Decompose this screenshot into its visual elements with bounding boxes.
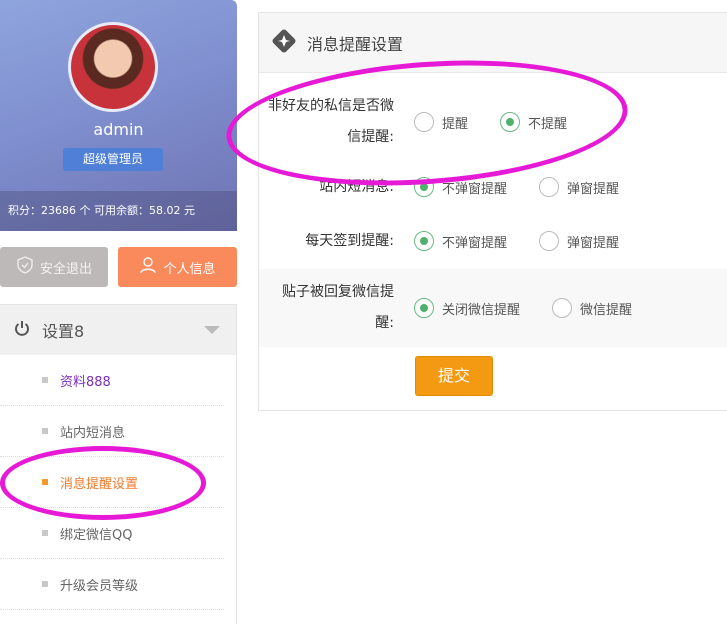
radio-option-remind[interactable]: 提醒 <box>414 112 468 132</box>
setting-label: 贴子被回复微信提醒: <box>282 284 394 331</box>
setting-label: 站内短消息: <box>319 178 394 195</box>
menu-item-messages[interactable]: 站内短消息 <box>0 406 224 457</box>
bullet-icon <box>42 479 48 485</box>
submit-button[interactable]: 提交 <box>415 356 493 396</box>
radio-option-disable-wechat[interactable]: 关闭微信提醒 <box>414 298 520 318</box>
menu-item-profile[interactable]: 资料888 <box>0 355 224 406</box>
panel-title: 消息提醒设置 <box>307 34 404 54</box>
menu-item-notify-settings[interactable]: 消息提醒设置 <box>0 457 224 508</box>
menu-header[interactable]: 设置8 <box>0 305 236 355</box>
radio-option-no-remind[interactable]: 不提醒 <box>500 112 567 132</box>
radio-button[interactable] <box>552 298 573 318</box>
setting-row-site-messages: 站内短消息: 不弹窗提醒 弹窗提醒 <box>259 169 727 205</box>
setting-row-post-reply: 贴子被回复微信提醒: 关闭微信提醒 微信提醒 <box>259 269 727 347</box>
profile-info-button[interactable]: 个人信息 <box>118 247 237 287</box>
profile-info-label: 个人信息 <box>163 261 216 277</box>
bullet-icon <box>42 530 48 536</box>
menu-item-bind-wechat-qq[interactable]: 绑定微信QQ <box>0 508 224 559</box>
radio-button[interactable] <box>539 177 560 197</box>
power-icon <box>14 320 30 340</box>
panel-header: 消息提醒设置 <box>259 13 727 73</box>
user-icon <box>139 256 157 278</box>
bullet-icon <box>42 581 48 587</box>
radio-button[interactable] <box>539 231 560 251</box>
radio-button[interactable] <box>414 112 434 132</box>
settings-menu: 设置8 资料888 站内短消息 消息提醒设置 绑定微信QQ 升级会员等级 <box>0 304 237 624</box>
shield-icon <box>16 256 34 278</box>
bullet-icon <box>42 377 48 383</box>
menu-item-upgrade[interactable]: 升级会员等级 <box>0 559 224 610</box>
radio-button[interactable] <box>414 231 434 251</box>
setting-row-stranger-dm: 非好友的私信是否微信提醒: 提醒 不提醒 <box>259 89 727 155</box>
avatar[interactable] <box>68 22 158 112</box>
radio-option-popup[interactable]: 弹窗提醒 <box>539 177 619 197</box>
radio-option-popup[interactable]: 弹窗提醒 <box>539 231 619 251</box>
username: admin <box>93 120 144 139</box>
radio-option-no-popup[interactable]: 不弹窗提醒 <box>414 177 507 197</box>
logout-button[interactable]: 安全退出 <box>0 247 108 287</box>
diamond-icon <box>269 26 299 60</box>
menu-title: 设置8 <box>42 322 85 341</box>
logout-label: 安全退出 <box>39 261 92 277</box>
profile-card: admin 超级管理员 积分：23686 个 可用余额：58.02 元 <box>0 0 237 231</box>
chevron-down-icon[interactable] <box>204 326 220 334</box>
role-badge: 超级管理员 <box>63 148 163 171</box>
setting-label: 每天签到提醒: <box>305 232 394 249</box>
bullet-icon <box>42 428 48 434</box>
setting-label: 非好友的私信是否微信提醒: <box>268 98 394 145</box>
radio-button[interactable] <box>500 112 521 132</box>
points-balance: 积分：23686 个 可用余额：58.02 元 <box>0 191 237 231</box>
radio-option-wechat[interactable]: 微信提醒 <box>552 298 632 318</box>
radio-button[interactable] <box>414 298 434 318</box>
radio-button[interactable] <box>414 177 434 197</box>
radio-option-no-popup[interactable]: 不弹窗提醒 <box>414 231 507 251</box>
settings-panel: 消息提醒设置 非好友的私信是否微信提醒: 提醒 不提醒 站内短消息: 不弹窗提醒… <box>258 12 727 411</box>
setting-row-daily-checkin: 每天签到提醒: 不弹窗提醒 弹窗提醒 <box>259 223 727 259</box>
